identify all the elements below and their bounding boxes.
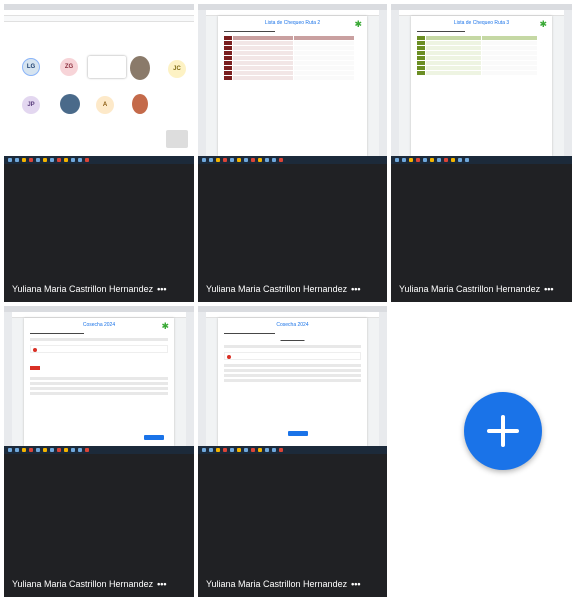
participant-name: Yuliana Maria Castrillon Hernandez •••: [12, 579, 167, 589]
submit-button[interactable]: [288, 431, 308, 436]
shared-screen-5: Cosecha 2024 ▬▬▬▬▬▬▬▬▬▬▬▬▬▬▬▬▬ ▬▬▬▬▬▬▬▬: [198, 306, 387, 454]
sena-logo-icon: ✱: [539, 19, 547, 29]
more-options-button[interactable]: •••: [544, 284, 553, 294]
participant-tile-5[interactable]: Cosecha 2024 ▬▬▬▬▬▬▬▬▬▬▬▬▬▬▬▬▬ ▬▬▬▬▬▬▬▬ …: [198, 306, 387, 597]
participant-tile-3[interactable]: Lista de Chequeo Ruta 3 ✱ ▬▬▬▬▬▬▬▬▬▬▬▬▬▬…: [391, 4, 572, 302]
taskbar: [198, 446, 387, 454]
checklist-table: [417, 36, 546, 75]
document-title: Lista de Chequeo Ruta 2: [264, 20, 321, 26]
document-title: Lista de Chequeo Ruta 3: [453, 20, 510, 26]
video-thumb-1: [130, 56, 150, 80]
avatar-a: A: [96, 96, 114, 114]
form-document: Cosecha 2024 ✱ ▬▬▬▬▬▬▬▬▬▬▬▬▬▬▬▬▬▬: [24, 318, 174, 446]
document-title: Cosecha 2024: [276, 322, 309, 328]
sena-logo-icon: ✱: [354, 19, 362, 29]
form-document: Cosecha 2024 ▬▬▬▬▬▬▬▬▬▬▬▬▬▬▬▬▬ ▬▬▬▬▬▬▬▬: [218, 318, 367, 446]
self-view: [166, 130, 188, 148]
participant-name: Yuliana Maria Castrillon Hernandez •••: [399, 284, 554, 294]
avatar-jp: JP: [22, 96, 40, 114]
participant-tile-4[interactable]: Cosecha 2024 ✱ ▬▬▬▬▬▬▬▬▬▬▬▬▬▬▬▬▬▬ Yulian…: [4, 306, 194, 597]
shared-screen-1: LG ZG JC JP A: [4, 4, 194, 164]
add-button[interactable]: [464, 392, 542, 470]
video-thumb-2: [60, 94, 80, 114]
taskbar: [391, 156, 572, 164]
avatar-zg: ZG: [60, 58, 78, 76]
participant-tile-2[interactable]: Lista de Chequeo Ruta 2 ✱ ▬▬▬▬▬▬▬▬▬▬▬▬▬▬…: [198, 4, 387, 302]
avatar-lg: LG: [22, 58, 40, 76]
sena-logo-icon: ✱: [161, 321, 169, 331]
video-grid: LG ZG JC JP A Yuliana Maria Castrillon H…: [0, 0, 576, 601]
taskbar: [4, 156, 194, 164]
taskbar: [198, 156, 387, 164]
more-options-button[interactable]: •••: [351, 579, 360, 589]
more-options-button[interactable]: •••: [157, 284, 166, 294]
notification-popup: [88, 56, 126, 78]
video-thumb-3: [132, 94, 148, 114]
participant-tile-1[interactable]: LG ZG JC JP A Yuliana Maria Castrillon H…: [4, 4, 194, 302]
document-title: Cosecha 2024: [82, 322, 116, 328]
taskbar: [4, 446, 194, 454]
participant-name: Yuliana Maria Castrillon Hernandez •••: [206, 579, 361, 589]
checklist-document: Lista de Chequeo Ruta 2 ✱ ▬▬▬▬▬▬▬▬▬▬▬▬▬▬…: [218, 16, 367, 156]
shared-screen-2: Lista de Chequeo Ruta 2 ✱ ▬▬▬▬▬▬▬▬▬▬▬▬▬▬…: [198, 4, 387, 164]
checklist-document: Lista de Chequeo Ruta 3 ✱ ▬▬▬▬▬▬▬▬▬▬▬▬▬▬…: [411, 16, 552, 156]
submit-button[interactable]: [144, 435, 164, 440]
more-options-button[interactable]: •••: [351, 284, 360, 294]
avatar-jc: JC: [168, 60, 186, 78]
participant-name: Yuliana Maria Castrillon Hernandez •••: [206, 284, 361, 294]
shared-screen-4: Cosecha 2024 ✱ ▬▬▬▬▬▬▬▬▬▬▬▬▬▬▬▬▬▬: [4, 306, 194, 454]
shared-screen-3: Lista de Chequeo Ruta 3 ✱ ▬▬▬▬▬▬▬▬▬▬▬▬▬▬…: [391, 4, 572, 164]
checklist-table: [224, 36, 361, 80]
more-options-button[interactable]: •••: [157, 579, 166, 589]
participant-name: Yuliana Maria Castrillon Hernandez •••: [12, 284, 167, 294]
